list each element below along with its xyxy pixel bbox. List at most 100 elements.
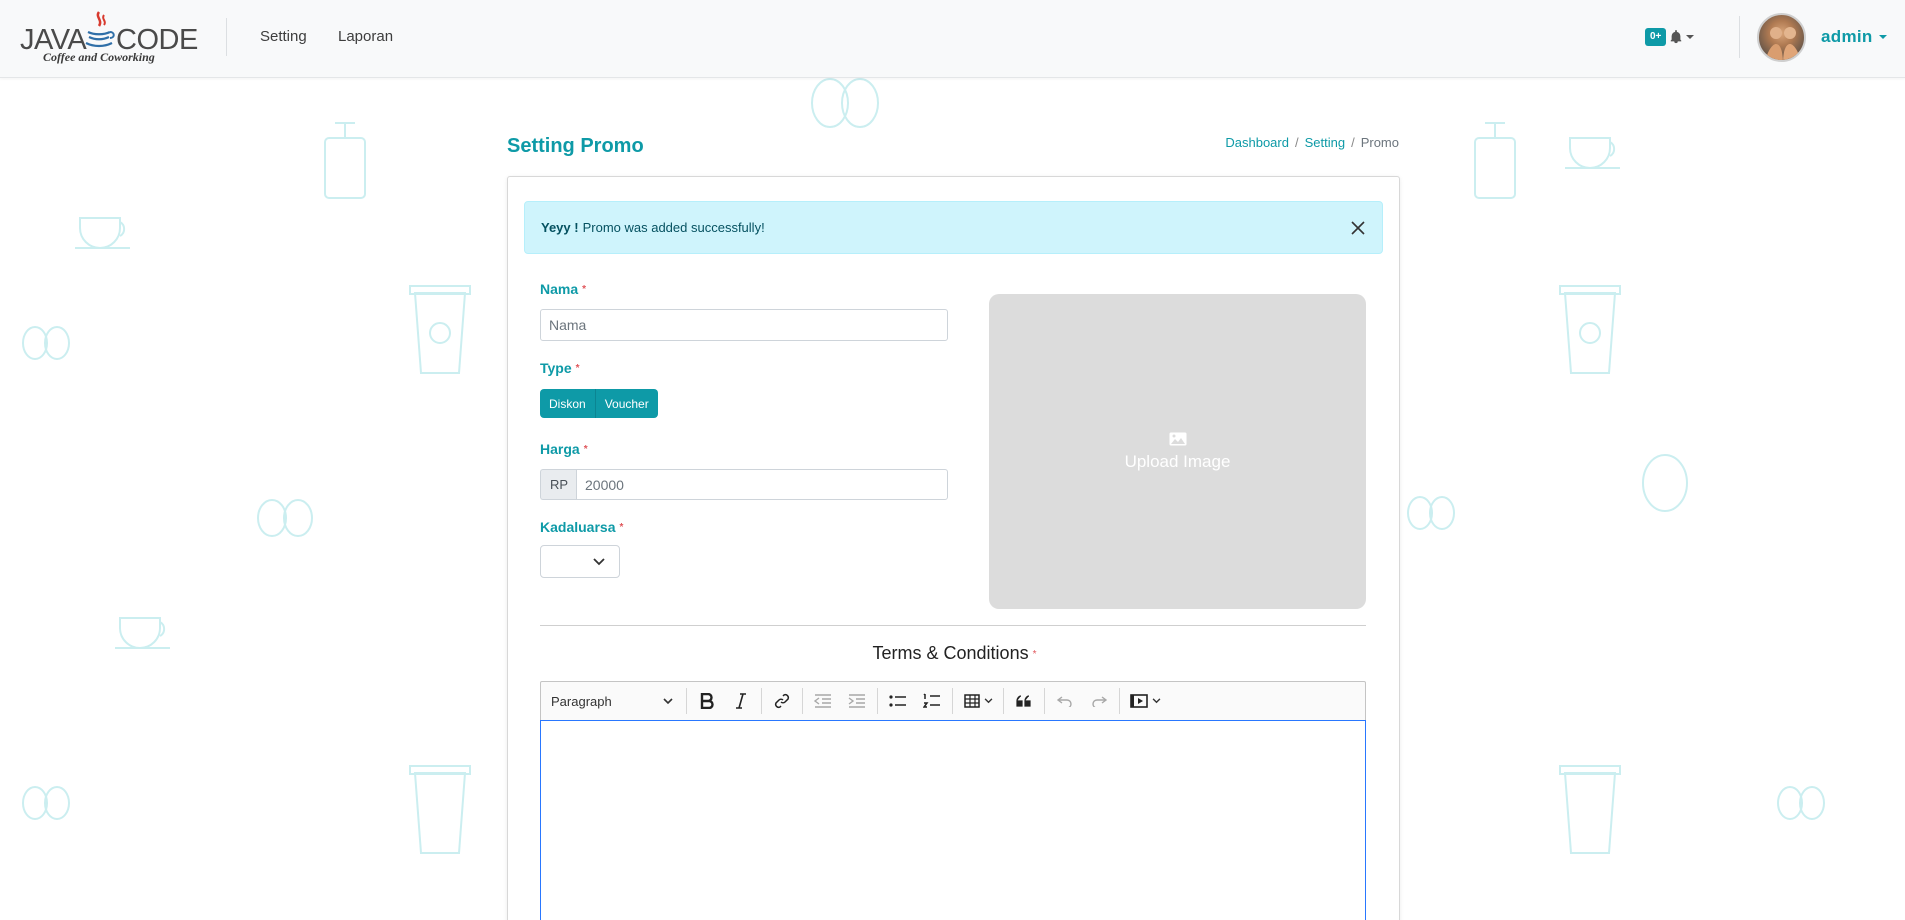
terms-editor-content[interactable]	[540, 720, 1366, 920]
chevron-down-icon	[593, 558, 605, 566]
toolbar-separator	[802, 688, 803, 714]
type-toggle-group: Diskon Voucher	[540, 389, 658, 418]
required-marker: *	[575, 363, 580, 374]
brand-tagline: Coffee and Coworking	[43, 50, 155, 64]
coffee-bean-icon	[1642, 454, 1688, 512]
close-icon[interactable]	[1350, 220, 1366, 236]
italic-icon	[736, 693, 746, 709]
harga-input[interactable]	[576, 469, 948, 500]
editor-toolbar: Paragraph	[540, 681, 1366, 721]
coffee-takeaway-icon	[1559, 765, 1621, 854]
nav-divider	[226, 18, 227, 56]
insert-table-button[interactable]	[956, 686, 1000, 716]
coffee-takeaway-icon	[409, 285, 471, 374]
success-alert: Yeyy ! Promo was added successfully!	[524, 201, 1383, 254]
toolbar-separator	[761, 688, 762, 714]
upload-image-label: Upload Image	[1124, 451, 1231, 471]
type-label-text: Type	[540, 360, 572, 376]
chevron-down-icon	[984, 698, 992, 704]
toolbar-separator	[686, 688, 687, 714]
link-icon	[774, 693, 790, 709]
outdent-icon	[814, 694, 831, 708]
coffee-beans-icon	[1777, 786, 1825, 820]
coffee-cup-icon	[1565, 137, 1620, 169]
kadaluarsa-label-text: Kadaluarsa	[540, 519, 616, 535]
indent-icon	[848, 694, 865, 708]
brand-logo[interactable]: JAVA CODE Coffee and Coworking	[20, 10, 198, 66]
blockquote-icon	[1016, 695, 1031, 707]
coffee-cup-icon	[75, 217, 130, 249]
french-press-icon	[324, 122, 366, 199]
currency-prefix: RP	[540, 469, 577, 500]
nav-link-laporan[interactable]: Laporan	[338, 28, 393, 45]
chevron-down-icon	[1686, 35, 1695, 39]
image-icon	[1169, 432, 1186, 445]
type-label: Type *	[540, 360, 580, 376]
numbered-list-icon	[923, 693, 940, 708]
undo-button[interactable]	[1048, 686, 1082, 716]
paragraph-format-select[interactable]: Paragraph	[541, 686, 683, 716]
nama-label-text: Nama	[540, 281, 579, 297]
undo-icon	[1057, 696, 1072, 707]
type-voucher-button[interactable]: Voucher	[594, 389, 658, 418]
media-embed-icon	[1129, 694, 1148, 708]
bold-icon	[700, 693, 714, 709]
french-press-icon	[1474, 122, 1516, 199]
required-marker: *	[582, 284, 587, 295]
coffee-beans-icon	[257, 499, 313, 537]
bulleted-list-button[interactable]	[881, 686, 915, 716]
breadcrumb-separator: /	[1351, 135, 1355, 150]
section-divider	[540, 625, 1366, 626]
nama-label: Nama *	[540, 281, 586, 297]
user-name: admin	[1821, 27, 1873, 46]
breadcrumb-dashboard[interactable]: Dashboard	[1225, 135, 1289, 150]
alert-message: Promo was added successfully!	[582, 220, 765, 235]
coffee-beans-icon	[811, 78, 879, 128]
kadaluarsa-select[interactable]	[540, 545, 620, 578]
toolbar-separator	[877, 688, 878, 714]
blockquote-button[interactable]	[1007, 686, 1041, 716]
coffee-beans-icon	[22, 326, 70, 360]
italic-button[interactable]	[724, 686, 758, 716]
breadcrumb: Dashboard / Setting / Promo	[1225, 135, 1399, 150]
redo-icon	[1092, 696, 1107, 707]
notification-dropdown[interactable]: 0+	[1645, 27, 1695, 47]
chevron-down-icon	[1152, 698, 1160, 704]
avatar[interactable]	[1757, 13, 1806, 62]
toolbar-separator	[1044, 688, 1045, 714]
page-title: Setting Promo	[507, 135, 644, 157]
indent-button[interactable]	[840, 686, 874, 716]
kadaluarsa-label: Kadaluarsa *	[540, 519, 623, 535]
notification-badge: 0+	[1645, 28, 1667, 46]
harga-label: Harga *	[540, 441, 588, 457]
bold-button[interactable]	[690, 686, 724, 716]
required-marker: *	[583, 444, 588, 455]
coffee-beans-icon	[22, 786, 70, 820]
toolbar-separator	[952, 688, 953, 714]
bulleted-list-icon	[889, 695, 906, 707]
alert-strong-text: Yeyy !	[541, 220, 579, 235]
breadcrumb-setting[interactable]: Setting	[1305, 135, 1345, 150]
bell-icon	[1671, 30, 1682, 44]
breadcrumb-separator: /	[1294, 135, 1299, 150]
link-button[interactable]	[765, 686, 799, 716]
breadcrumb-promo: Promo	[1360, 135, 1399, 150]
coffee-beans-icon	[1407, 496, 1455, 530]
nama-input[interactable]	[540, 309, 948, 341]
user-menu[interactable]: admin	[1821, 27, 1887, 47]
top-navbar: JAVA CODE Coffee and Coworking Setting L…	[0, 0, 1905, 78]
redo-button[interactable]	[1082, 686, 1116, 716]
nav-link-setting[interactable]: Setting	[260, 28, 307, 45]
table-icon	[963, 694, 980, 708]
chevron-down-icon	[1878, 35, 1887, 39]
outdent-button[interactable]	[806, 686, 840, 716]
numbered-list-button[interactable]	[915, 686, 949, 716]
media-embed-button[interactable]	[1123, 686, 1167, 716]
required-marker: *	[619, 522, 624, 533]
toolbar-separator	[1119, 688, 1120, 714]
upload-image-dropzone[interactable]: Upload Image	[989, 294, 1366, 609]
nav-divider	[1739, 16, 1740, 58]
avatar-photo	[1765, 27, 1801, 60]
terms-title: Terms & Conditions *	[508, 643, 1401, 664]
type-diskon-button[interactable]: Diskon	[540, 389, 595, 418]
